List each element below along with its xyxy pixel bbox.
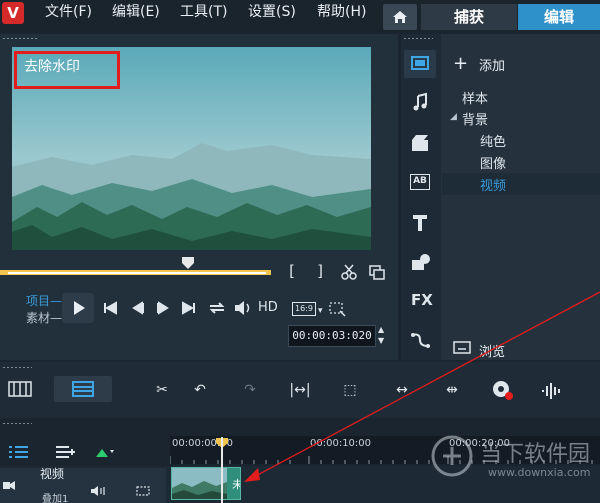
track-name: 视频 [40,467,65,481]
graphics-icon[interactable] [410,252,432,272]
panel-grip [403,37,433,40]
menu-settings[interactable]: 设置(S) [248,0,296,28]
chapter-marker-icon[interactable] [55,444,77,460]
mode-clip-label[interactable]: 素材— [26,309,62,326]
tree-item-video[interactable]: 视频 [480,175,506,194]
trim-range [8,272,266,274]
tree-item-samples[interactable]: 样本 [462,88,488,107]
tree-collapse-icon[interactable]: ◢ [450,112,457,122]
tree-item-image[interactable]: 图像 [480,153,506,172]
go-to-start-icon[interactable] [102,300,118,316]
panel-grip [2,37,38,40]
title-icon[interactable] [410,212,430,234]
home-button[interactable] [383,4,417,30]
mode-project-label[interactable]: 项目— [26,292,62,309]
track-ripple-icon[interactable] [136,486,150,496]
watermark-text: 去除水印 [24,59,80,75]
site-name: 当下软件园 [480,442,591,467]
timeline-clip[interactable]: 未 [171,467,241,500]
site-watermark: 当下软件园 www.downxia.com [430,430,600,500]
tree-item-solid-color[interactable]: 纯色 [480,131,506,150]
menu-help[interactable]: 帮助(H) [317,0,366,28]
add-track-icon[interactable] [94,446,114,458]
media-category-button[interactable] [404,50,436,78]
go-to-end-icon[interactable] [181,300,197,316]
scrubber-handle-icon[interactable] [181,256,195,270]
previous-frame-icon[interactable] [130,300,146,316]
timeline-view-icon [72,381,94,397]
track-manager-icon[interactable] [8,444,30,460]
undo-icon[interactable]: ↶ [188,378,212,402]
home-icon [393,11,407,23]
transition-icon[interactable]: AB [410,174,430,190]
mark-out-button[interactable]: ] [314,262,326,280]
add-button[interactable]: 添加 [479,55,505,74]
menu-tools[interactable]: 工具(T) [180,0,227,28]
timeline-view-button[interactable] [54,376,112,402]
instant-project-icon[interactable] [410,133,432,153]
play-button[interactable] [62,293,94,323]
snapshot-icon[interactable] [368,263,386,281]
mark-in-button[interactable]: [ [286,262,298,280]
panel-grip [2,422,32,425]
tools-icon[interactable]: ✂ [150,378,174,402]
tab-capture[interactable]: 捕获 [421,4,517,30]
clip-thumbnail [172,468,227,499]
site-url: www.downxia.com [488,466,591,479]
tree-item-background[interactable]: 背景 [462,109,488,128]
tab-edit[interactable]: 编辑 [518,4,600,30]
repeat-icon[interactable] [207,299,227,317]
play-icon [74,301,85,315]
storyboard-view-icon[interactable] [8,380,32,398]
playhead-line[interactable] [221,437,223,503]
site-logo-icon [431,435,473,477]
track-sub-label: 叠加1 [42,494,69,503]
menu-file[interactable]: 文件(F) [45,0,92,28]
tree-item-video-selected[interactable] [442,173,600,195]
scissors-icon[interactable] [340,263,358,281]
add-icon[interactable]: + [453,53,468,74]
next-frame-icon[interactable] [155,300,171,316]
app-logo-icon: V [2,2,24,24]
audio-icon[interactable] [410,92,432,114]
menu-edit[interactable]: 编辑(E) [112,0,160,28]
track-visibility-icon[interactable] [2,478,16,492]
panel-grip [2,366,32,369]
media-library-icon [411,56,429,70]
track-audio-icon[interactable] [90,485,106,497]
